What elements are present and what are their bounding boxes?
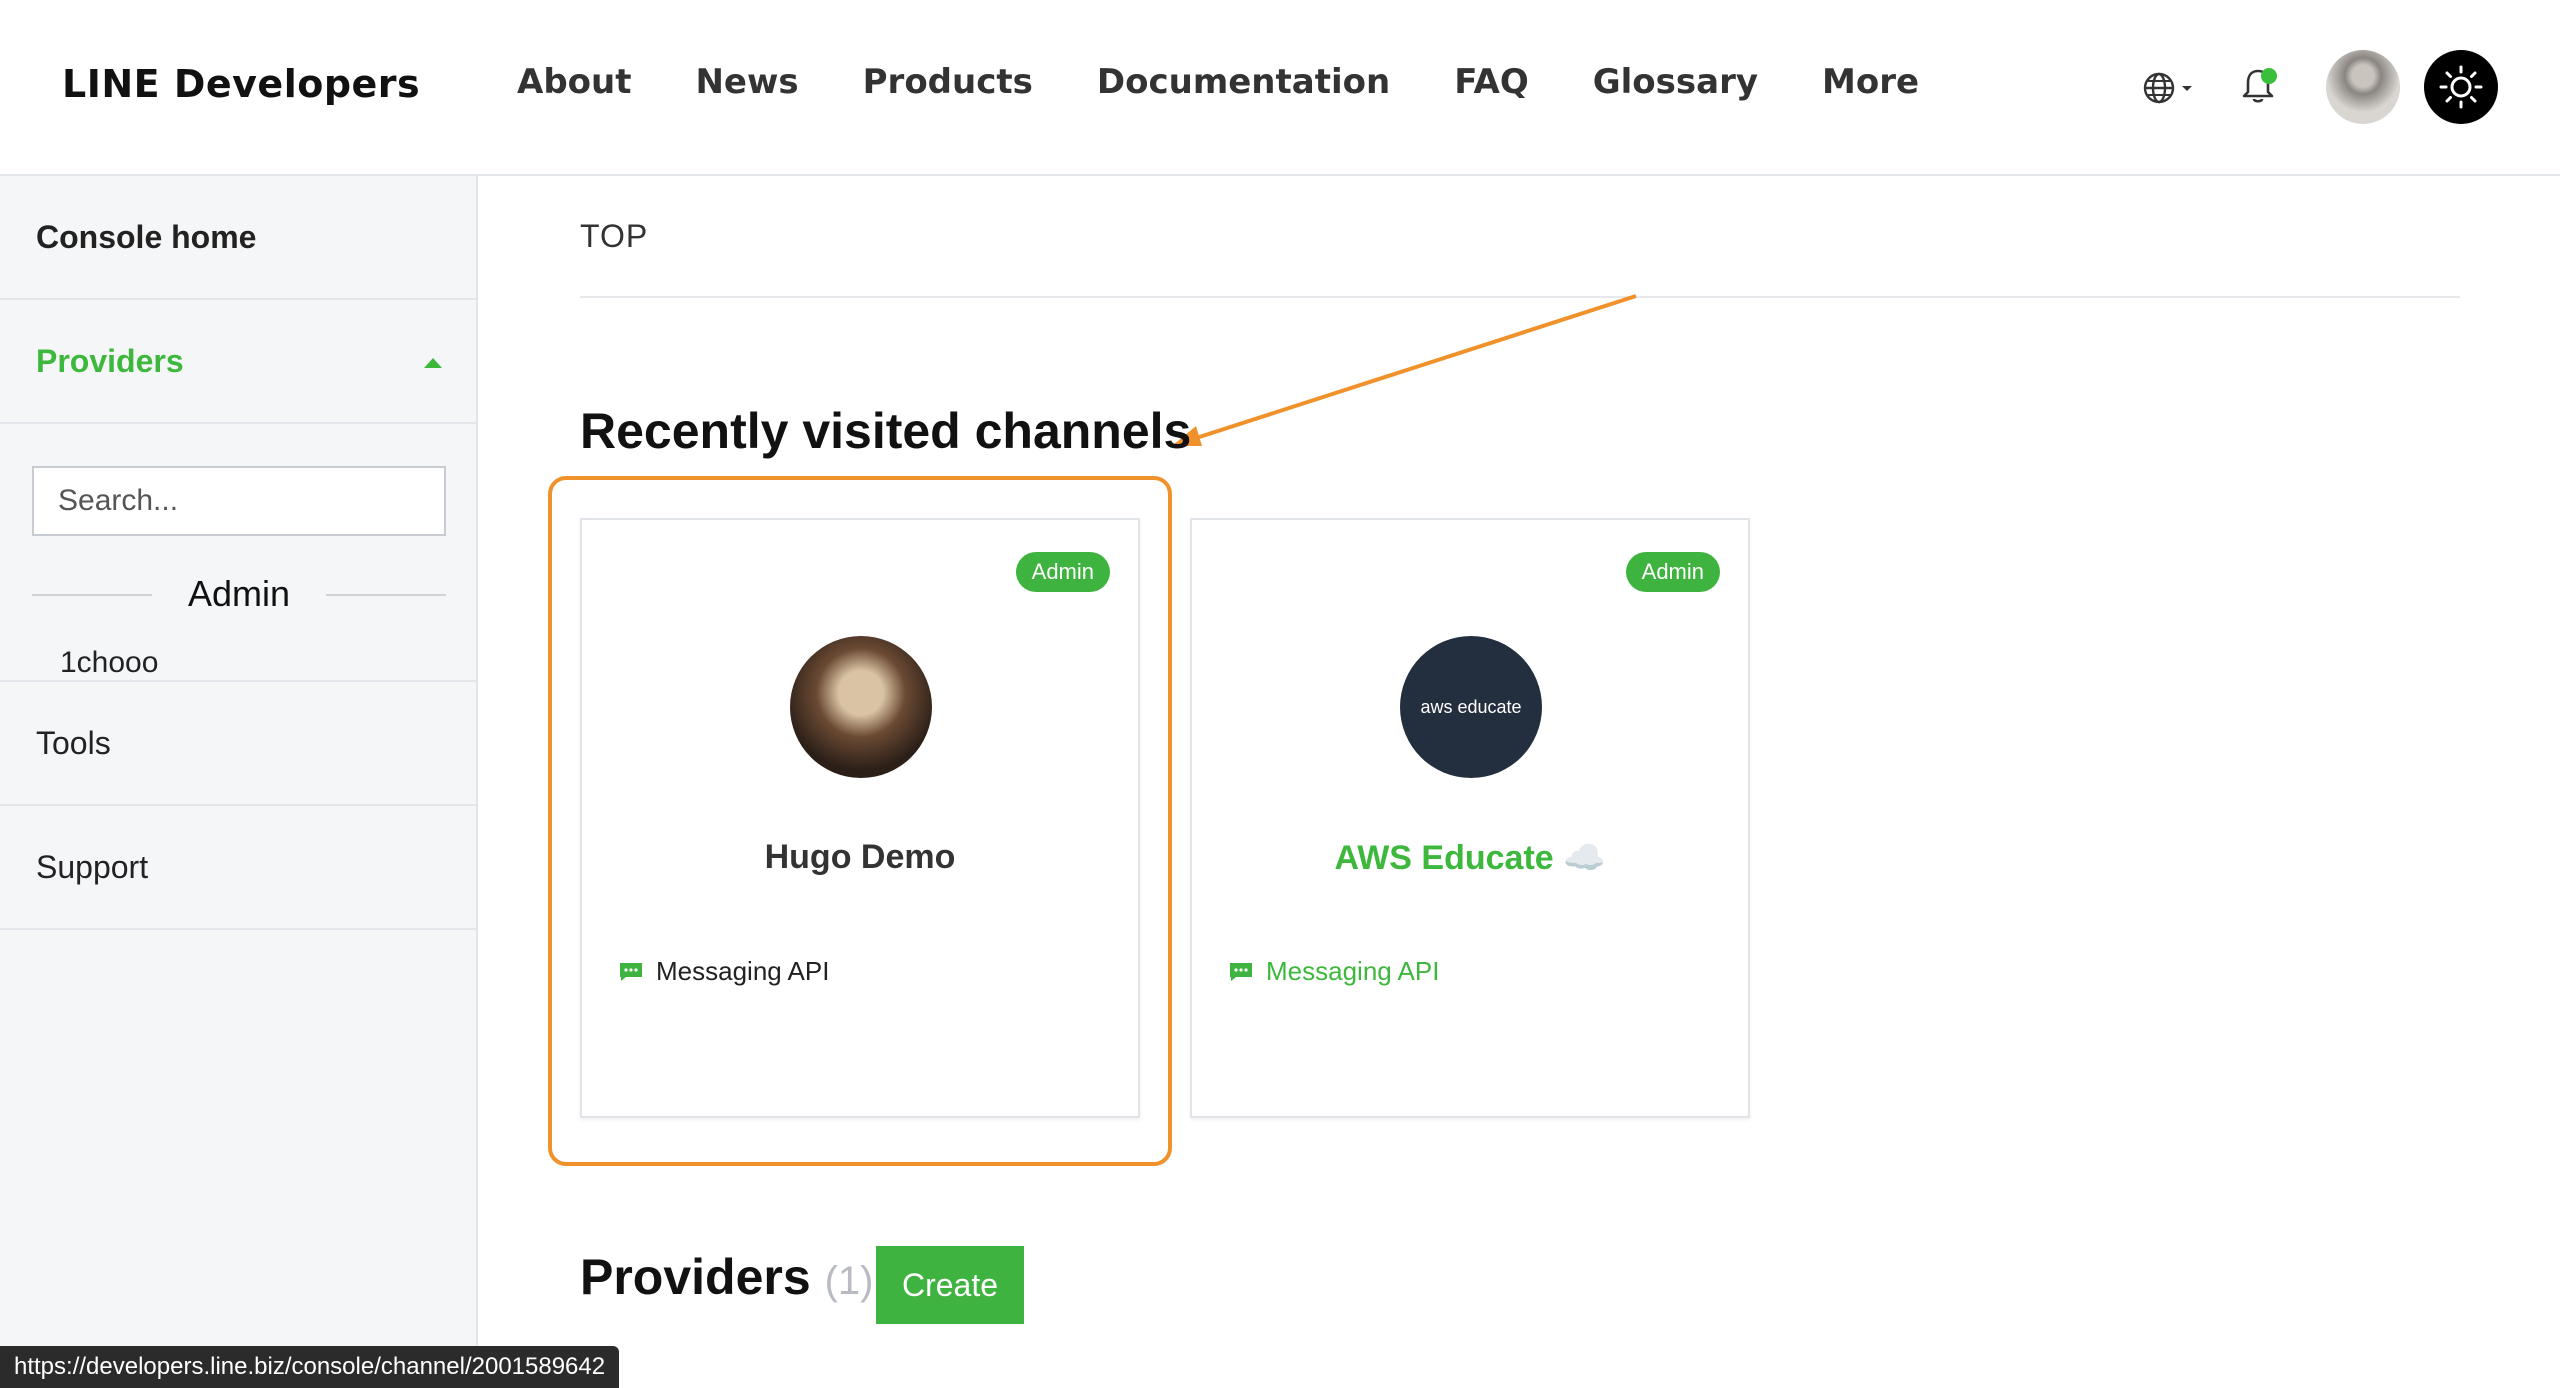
providers-title: Providers (580, 1249, 811, 1305)
recently-visited-title: Recently visited channels (580, 403, 1192, 459)
channel-type: Messaging API (1228, 956, 1439, 987)
create-provider-button[interactable]: Create (876, 1246, 1024, 1324)
channel-name: AWS Educate ☁️ (1334, 839, 1606, 877)
channel-type: Messaging API (618, 956, 829, 987)
channel-card-hugo-demo[interactable]: Admin Hugo Demo Messaging API (580, 518, 1140, 1118)
logo-text: aws educate (1420, 696, 1522, 717)
channel-card-aws-educate[interactable]: Admin aws educate AWS Educate ☁️ Messagi… (1190, 518, 1750, 1118)
channel-type-label: Messaging API (1266, 956, 1440, 986)
providers-heading: Providers (1) (580, 1248, 873, 1306)
role-badge: Admin (1625, 552, 1720, 592)
channel-avatar (790, 636, 932, 778)
channel-type-label: Messaging API (656, 956, 830, 986)
message-icon (620, 962, 642, 981)
channel-name: Hugo Demo (764, 838, 956, 876)
role-badge: Admin (1015, 552, 1110, 592)
message-icon (1230, 962, 1252, 981)
browser-status-bar: https://developers.line.biz/console/chan… (0, 1346, 620, 1388)
aws-educate-logo: aws educate (1400, 636, 1542, 778)
providers-count: (1) (824, 1259, 874, 1303)
